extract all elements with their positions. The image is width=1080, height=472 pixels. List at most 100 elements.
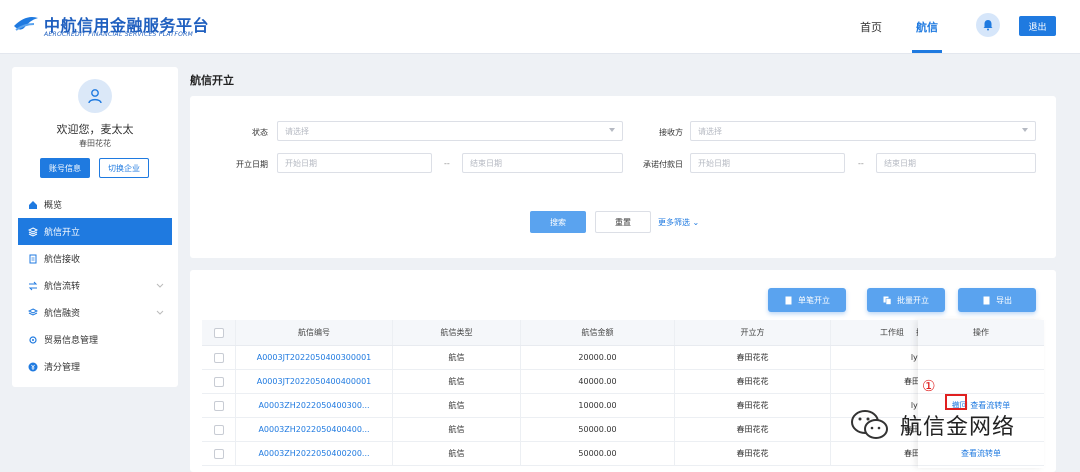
pay-date-start-input[interactable]: 开始日期 <box>690 153 845 173</box>
amount-cell: 40000.00 <box>521 370 675 393</box>
document-icon <box>28 254 38 264</box>
double-chevron-down-icon: ⌄ <box>692 218 700 227</box>
sidebar-item-financing[interactable]: 航信融资 <box>18 299 172 326</box>
copy-icon <box>883 296 892 305</box>
select-all-checkbox[interactable] <box>213 327 224 338</box>
document-icon <box>784 296 793 305</box>
avatar <box>78 79 112 113</box>
open-date-label: 开立日期 <box>236 160 268 169</box>
layers-icon <box>28 226 38 237</box>
row-select-cell <box>202 418 236 441</box>
date-separator: -- <box>444 159 450 168</box>
sidebar-item-transfer[interactable]: 航信流转 <box>18 272 172 299</box>
watermark: 航信金网络 <box>850 402 1050 448</box>
date-separator: -- <box>858 159 864 168</box>
amount-cell: 50000.00 <box>521 418 675 441</box>
column-header: 航信编号 <box>236 320 393 345</box>
welcome-text: 欢迎您，麦太太 <box>56 123 134 136</box>
nav-home[interactable]: 首页 <box>860 19 882 35</box>
sidebar-item-issue[interactable]: 航信开立 <box>18 218 172 245</box>
row-actions <box>918 346 1044 370</box>
receiver-placeholder: 请选择 <box>698 126 722 136</box>
export-button[interactable]: 导出 <box>958 288 1036 312</box>
search-button[interactable]: 搜索 <box>530 211 586 233</box>
more-filters-label: 更多筛选 <box>658 218 690 227</box>
single-issue-button[interactable]: 单笔开立 <box>768 288 846 312</box>
sidebar-item-label: 航信开立 <box>44 228 81 238</box>
sidebar-item-label: 概览 <box>44 201 63 211</box>
amount-cell: 10000.00 <box>521 394 675 417</box>
sidebar-item-clearing[interactable]: 清分管理 <box>18 353 172 380</box>
finance-icon <box>28 307 38 318</box>
issuer-cell: 春田花花 <box>675 394 831 417</box>
reset-button[interactable]: 重置 <box>595 211 651 233</box>
row-checkbox[interactable] <box>213 352 224 363</box>
plane-logo-icon <box>14 17 38 31</box>
column-header: 开立方 <box>675 320 831 345</box>
single-issue-label: 单笔开立 <box>798 295 830 305</box>
logout-button[interactable]: 退出 <box>1019 16 1056 36</box>
open-date-start-input[interactable]: 开始日期 <box>277 153 432 173</box>
receiver-label: 接收方 <box>659 128 683 137</box>
start-date-placeholder: 开始日期 <box>285 158 317 168</box>
switch-company-button[interactable]: 切换企业 <box>99 158 149 178</box>
sidebar-item-label: 航信融资 <box>44 309 81 319</box>
export-label: 导出 <box>996 295 1012 305</box>
status-select[interactable]: 请选择 <box>277 121 623 141</box>
yen-icon <box>28 362 38 372</box>
row-checkbox[interactable] <box>213 448 224 459</box>
receiver-select[interactable]: 请选择 <box>690 121 1036 141</box>
column-header: 航信金额 <box>521 320 675 345</box>
column-header: 航信类型 <box>393 320 521 345</box>
chevron-down-icon <box>156 310 164 315</box>
pay-date-label: 承诺付款日 <box>643 160 683 169</box>
hangxin-id-link[interactable]: A0003JT2022050400300001 <box>236 346 393 369</box>
step-marker: ① <box>922 377 936 395</box>
end-date-placeholder: 结束日期 <box>470 158 502 168</box>
sidebar-item-receive[interactable]: 航信接收 <box>18 245 172 272</box>
row-checkbox[interactable] <box>213 400 224 411</box>
type-cell: 航信 <box>393 370 521 393</box>
more-filters-link[interactable]: 更多筛选 ⌄ <box>658 217 699 228</box>
batch-issue-label: 批量开立 <box>897 295 929 305</box>
nav-active-indicator <box>912 50 942 53</box>
row-actions <box>918 370 1044 394</box>
hangxin-id-link[interactable]: A0003ZH2022050400300... <box>236 394 393 417</box>
chevron-down-icon <box>156 283 164 288</box>
pay-date-end-input[interactable]: 结束日期 <box>876 153 1036 173</box>
row-checkbox[interactable] <box>213 424 224 435</box>
sidebar-item-overview[interactable]: 概览 <box>18 191 172 218</box>
row-select-cell <box>202 346 236 369</box>
type-cell: 航信 <box>393 394 521 417</box>
status-label: 状态 <box>252 128 268 137</box>
bell-icon <box>983 20 993 31</box>
transfer-icon <box>28 281 38 291</box>
app-subtitle: AEROCREDIT FINANCIAL SERVICES PLATFORM <box>44 31 194 38</box>
hangxin-id-link[interactable]: A0003ZH2022050400200... <box>236 442 393 465</box>
sidebar-item-trade-info[interactable]: 贸易信息管理 <box>18 326 172 353</box>
row-select-cell <box>202 394 236 417</box>
issuer-cell: 春田花花 <box>675 442 831 465</box>
status-placeholder: 请选择 <box>285 126 309 136</box>
hangxin-id-link[interactable]: A0003JT2022050400400001 <box>236 370 393 393</box>
account-info-button[interactable]: 账号信息 <box>40 158 90 178</box>
sidebar-item-label: 贸易信息管理 <box>44 336 99 346</box>
notification-button[interactable] <box>976 13 1000 37</box>
end-date-placeholder: 结束日期 <box>884 158 916 168</box>
sidebar-item-label: 清分管理 <box>44 363 81 373</box>
nav-hangxin[interactable]: 航信 <box>916 19 938 35</box>
issuer-cell: 春田花花 <box>675 418 831 441</box>
row-checkbox[interactable] <box>213 376 224 387</box>
user-icon <box>88 89 102 104</box>
top-header: 中航信用金融服务平台 AEROCREDIT FINANCIAL SERVICES… <box>0 0 1080 54</box>
open-date-end-input[interactable]: 结束日期 <box>462 153 623 173</box>
amount-cell: 50000.00 <box>521 442 675 465</box>
hangxin-id-link[interactable]: A0003ZH2022050400400... <box>236 418 393 441</box>
start-date-placeholder: 开始日期 <box>698 158 730 168</box>
sidebar-menu: 概览 航信开立 航信接收 航信流转 航信融资 贸易信息管理 清分管理 <box>18 191 172 380</box>
sidebar-item-label: 航信流转 <box>44 282 81 292</box>
settings-icon <box>28 335 38 345</box>
dropdown-arrow-icon <box>1022 128 1028 132</box>
type-cell: 航信 <box>393 442 521 465</box>
batch-issue-button[interactable]: 批量开立 <box>867 288 945 312</box>
